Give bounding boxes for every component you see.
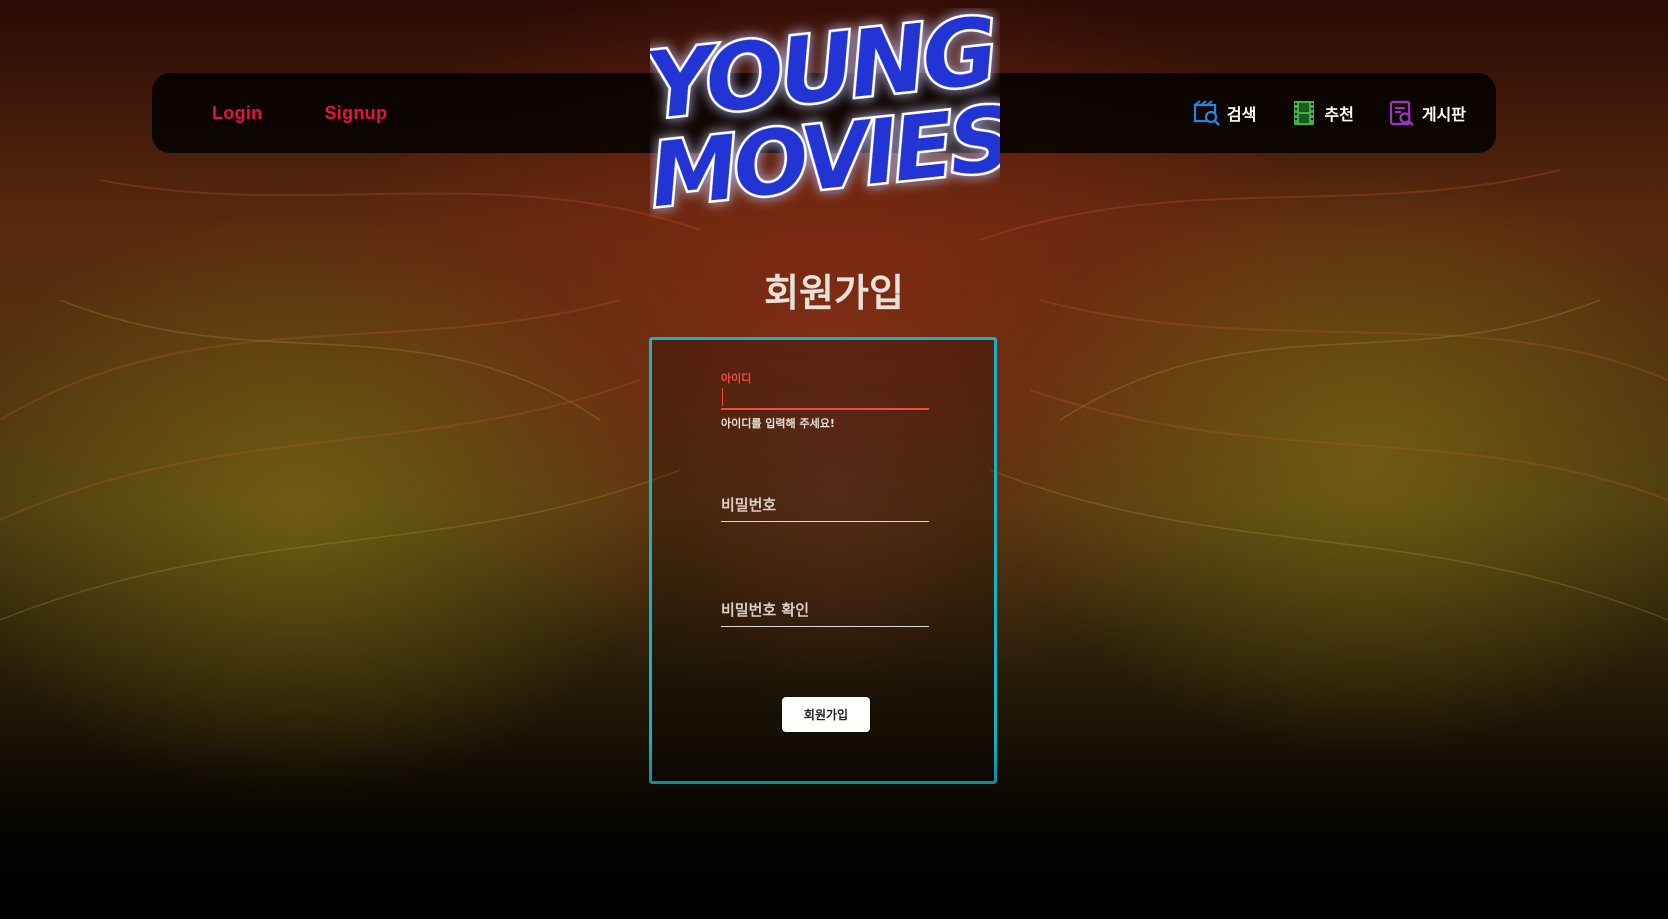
id-underline: [721, 408, 929, 410]
board-search-icon: [1389, 100, 1414, 127]
main-menu: 검색 추천 게시판: [1193, 73, 1466, 153]
nav-board[interactable]: 게시판: [1388, 99, 1466, 127]
login-link[interactable]: Login: [212, 103, 262, 124]
film-strip-icon: [1294, 101, 1315, 125]
id-helper-text: 아이디를 입력해 주세요!: [721, 417, 835, 430]
password-confirm-placeholder: 비밀번호 확인: [721, 601, 810, 619]
young-movies-logo[interactable]: YOUNG MOVIES: [650, 8, 1000, 220]
password-underline: [721, 521, 929, 522]
bottom-vignette: [0, 739, 1668, 919]
id-field[interactable]: 아이디 아이디를 입력해 주세요!: [721, 370, 929, 445]
text-caret: [722, 388, 723, 406]
password-confirm-field[interactable]: 비밀번호 확인: [721, 596, 929, 636]
nav-search[interactable]: 검색: [1193, 99, 1256, 127]
nav-board-label: 게시판: [1421, 105, 1466, 124]
nav-recommend-label: 추천: [1324, 105, 1354, 124]
signup-link[interactable]: Signup: [324, 103, 387, 124]
page-title: 회원가입: [764, 271, 904, 315]
password-field[interactable]: 비밀번호: [721, 491, 929, 531]
search-film-icon: [1193, 100, 1220, 126]
password-placeholder: 비밀번호: [721, 496, 777, 514]
id-label: 아이디: [721, 372, 752, 385]
nav-recommend[interactable]: 추천: [1290, 99, 1354, 127]
signup-submit-button[interactable]: 회원가입: [782, 697, 870, 732]
auth-links: Login Signup: [212, 73, 387, 153]
signup-form: 아이디 아이디를 입력해 주세요! 비밀번호 비밀번호 확인 회원가입: [649, 337, 997, 784]
nav-search-label: 검색: [1226, 105, 1257, 124]
password-confirm-underline: [721, 626, 929, 627]
